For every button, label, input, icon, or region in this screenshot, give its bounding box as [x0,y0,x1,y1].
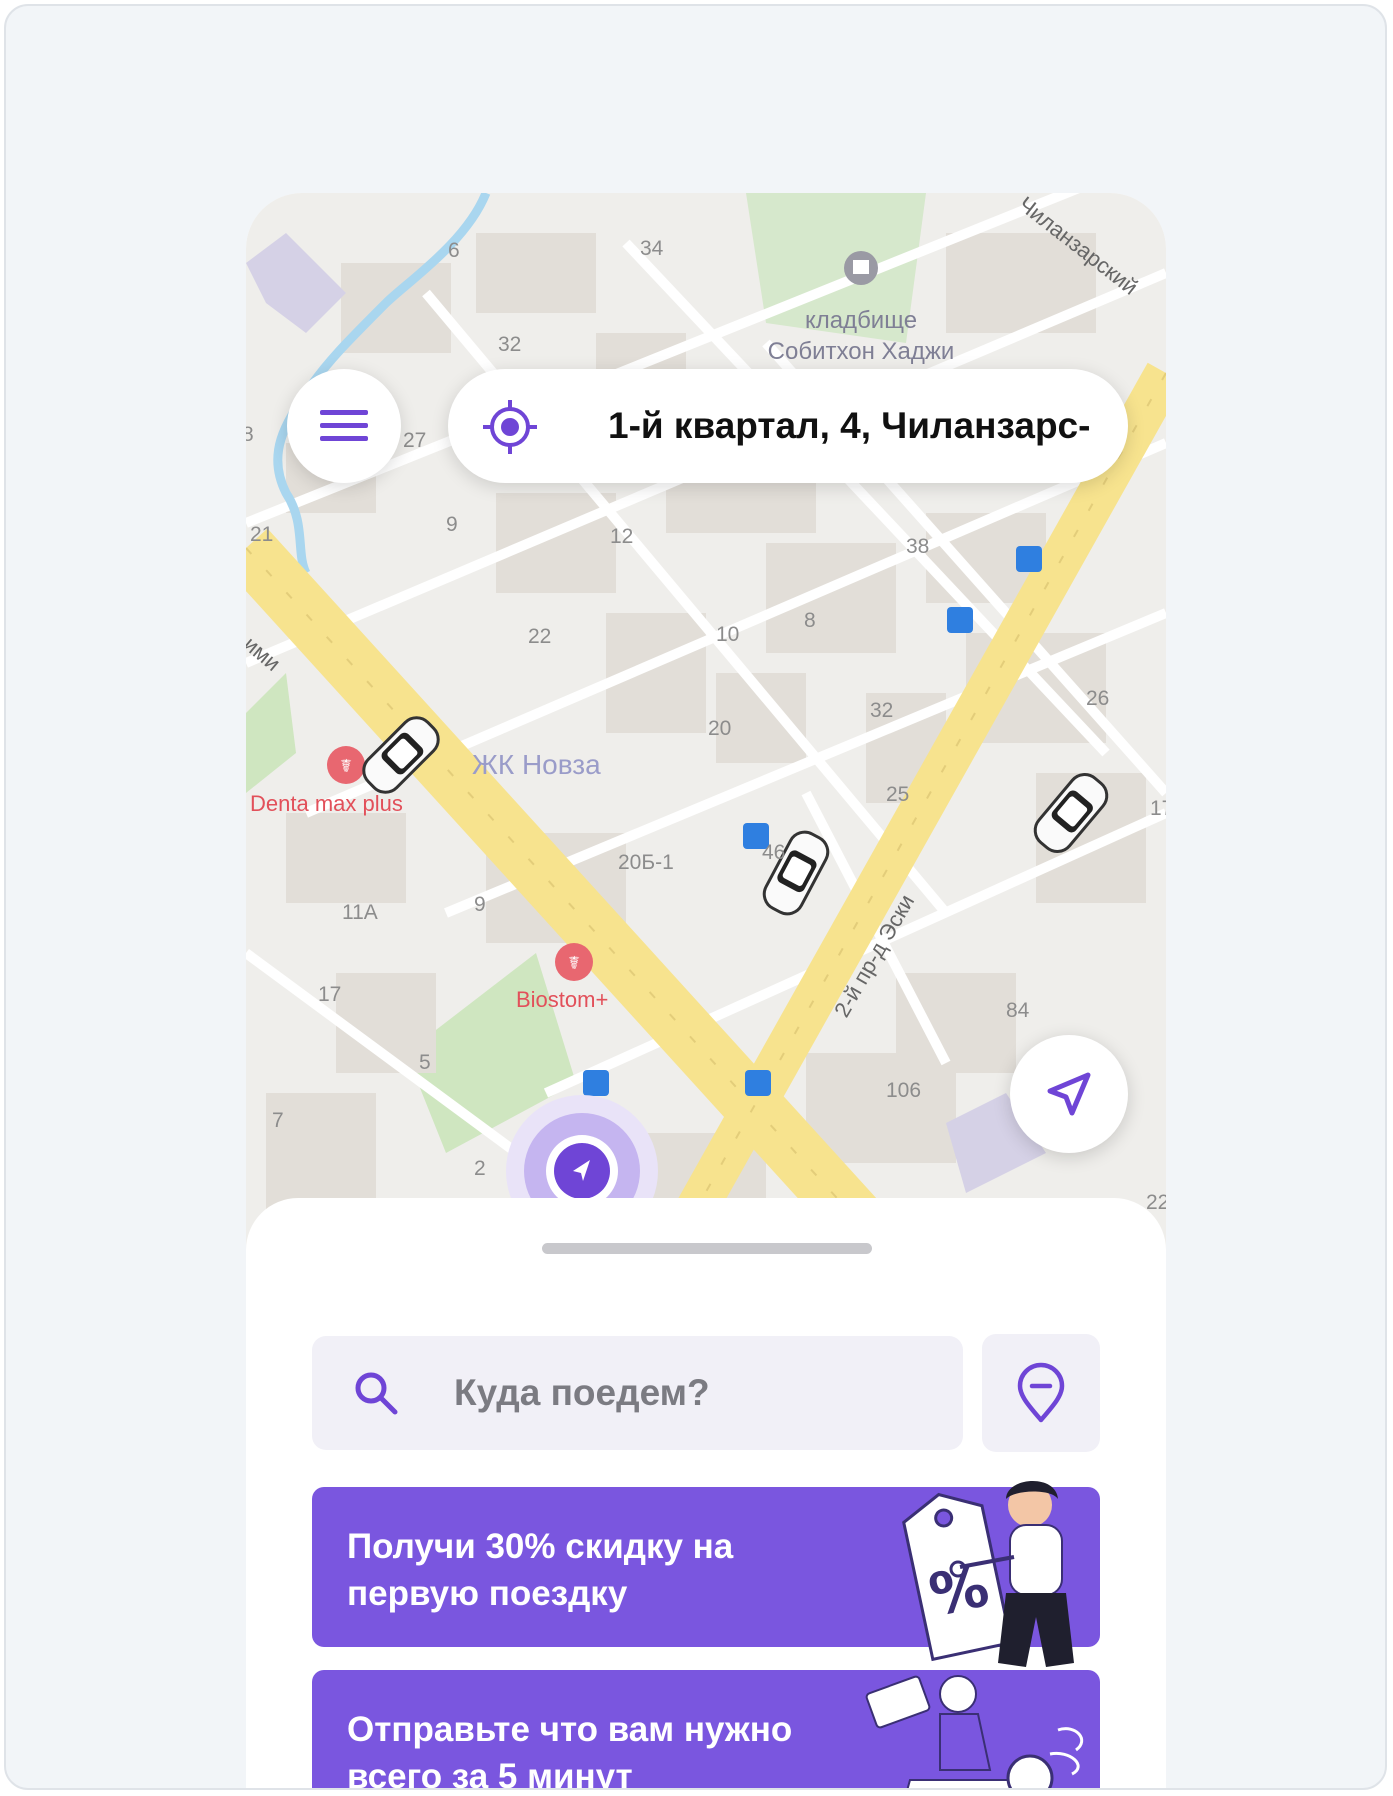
svg-text:☤: ☤ [568,953,580,974]
phone-screen: ☤ ☤ Чиланзарский ими 2-й пр-д Эски 6 34 … [246,193,1166,1790]
promo-banner-text: Получи 30% скидку на первую поездку [347,1527,734,1613]
house-number: 7 [272,1109,284,1132]
house-number: 106 [886,1079,922,1102]
house-number: 8 [246,423,254,447]
house-number: 22 [528,625,552,648]
house-number: 11А [342,901,378,924]
complex-label: ЖК Новза [472,749,601,780]
navigation-arrow-icon [1047,1072,1091,1116]
house-number: 17 [318,983,342,1006]
house-number: 17 [1150,797,1166,820]
house-number: 10 [716,623,740,646]
choose-on-map-button[interactable] [982,1334,1100,1452]
promo-banner-discount[interactable]: Получи 30% скидку на первую поездку % [312,1480,1100,1667]
house-number: 26 [1086,687,1110,710]
cemetery-label: кладбище Собитхон Хаджи [767,307,955,365]
device-frame: ☤ ☤ Чиланзарский ими 2-й пр-д Эски 6 34 … [4,4,1387,1790]
house-number: 34 [640,237,664,260]
menu-button[interactable] [287,369,401,483]
pickup-address: 1-й квартал, 4, Чиланзарс- [608,405,1091,446]
courier-scooter-illustration [865,1675,1084,1788]
promo-banner-text: Отправьте что вам нужно всего за 5 минут [347,1710,793,1790]
house-number: 46 [762,841,786,864]
house-number: 25 [886,783,910,806]
house-number: 5 [419,1051,431,1074]
target-icon [483,400,537,454]
house-number: 38 [906,535,930,558]
bottom-sheet: Куда поедем? Получи 30% скидку на первую… [246,1198,1166,1790]
search-icon [355,1372,398,1415]
house-number: 27 [403,429,427,452]
house-number: 9 [446,513,458,536]
house-number: 9 [474,893,486,916]
sheet-drag-handle[interactable] [542,1243,872,1254]
house-number: 12 [610,525,634,548]
discount-tag-illustration: % [902,1480,1074,1667]
house-number: 2 [474,1157,486,1180]
house-number: 32 [870,699,894,722]
house-number: 21 [250,523,274,546]
my-location-button[interactable] [1010,1035,1128,1153]
clinic-label: Denta max plus [250,791,403,816]
house-number: 20Б-1 [618,851,674,874]
search-placeholder: Куда поедем? [454,1372,710,1413]
house-number: 20 [708,717,732,740]
clinic-label: Biostom+ [516,987,609,1012]
map-pin-icon [1017,1362,1065,1423]
destination-search-input[interactable]: Куда поедем? [312,1336,963,1450]
svg-text:☤: ☤ [340,756,352,777]
hamburger-icon [320,410,368,441]
house-number: 32 [498,333,522,356]
house-number: 84 [1006,999,1030,1022]
house-number: 8 [804,609,816,632]
pickup-address-field[interactable]: 1-й квартал, 4, Чиланзарс- [448,369,1128,483]
promo-banner-delivery[interactable]: Отправьте что вам нужно всего за 5 минут [312,1670,1100,1790]
house-number: 6 [448,239,460,262]
